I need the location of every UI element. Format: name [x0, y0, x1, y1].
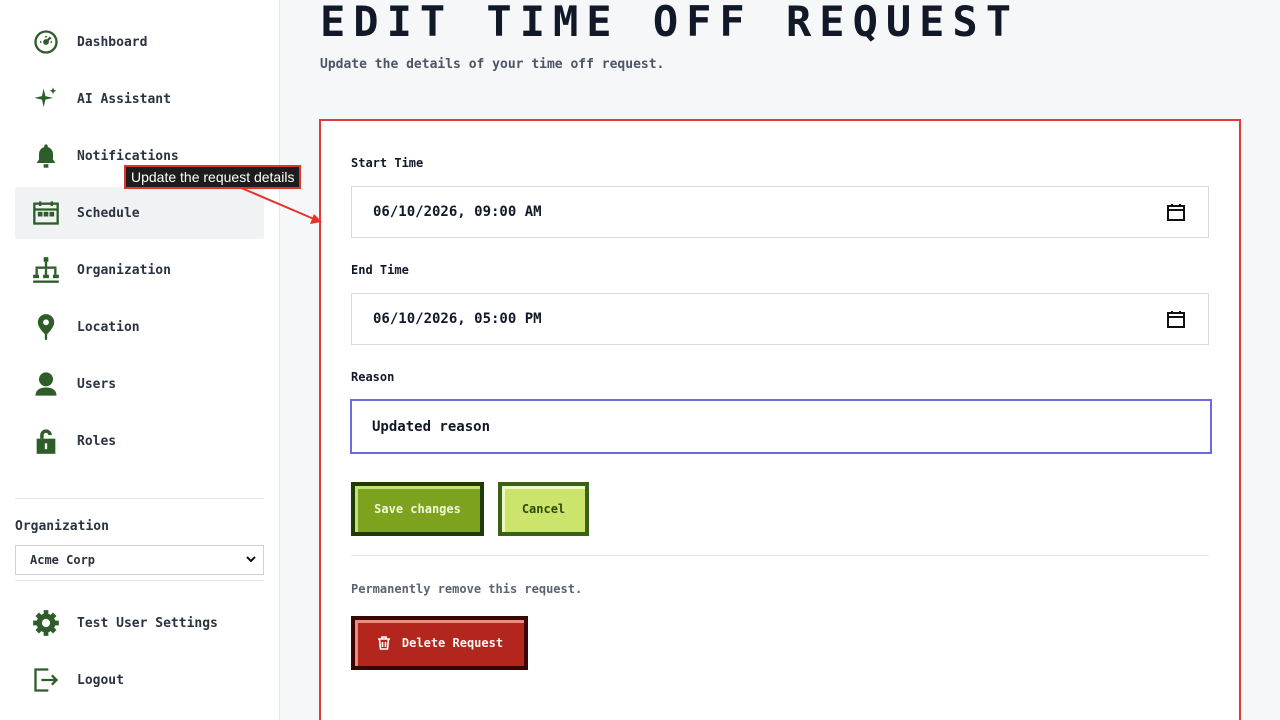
page-subtitle: Update the details of your time off requ… — [320, 57, 665, 72]
unlock-icon — [30, 425, 62, 457]
start-time-input[interactable]: 06/10/2026, 09:00 AM — [351, 186, 1209, 238]
end-time-input[interactable]: 06/10/2026, 05:00 PM — [351, 293, 1209, 345]
calendar-picker-icon[interactable] — [1166, 202, 1186, 222]
sidebar-item-label: Dashboard — [77, 34, 148, 50]
sidebar-item-organization[interactable]: Organization — [15, 244, 264, 296]
sidebar-item-ai-assistant[interactable]: AI Assistant — [15, 73, 264, 125]
start-time-label: Start Time — [351, 156, 424, 170]
sidebar-item-label: Schedule — [77, 205, 140, 221]
sidebar-item-label: Organization — [77, 262, 171, 278]
end-time-value: 06/10/2026, 05:00 PM — [373, 311, 542, 327]
sidebar-item-location[interactable]: Location — [15, 301, 264, 353]
sidebar-item-label: Test User Settings — [77, 615, 218, 631]
delete-description: Permanently remove this request. — [351, 582, 583, 596]
organization-label: Organization — [15, 519, 109, 534]
sidebar-item-logout[interactable]: Logout — [15, 654, 264, 706]
sidebar-divider — [15, 580, 264, 581]
delete-request-button[interactable]: Delete Request — [351, 616, 528, 670]
organization-selected-value: Acme Corp — [30, 553, 96, 567]
reason-input[interactable]: Updated reason — [350, 399, 1212, 454]
bell-icon — [30, 140, 62, 172]
sidebar-item-label: Location — [77, 319, 140, 335]
calendar-picker-icon[interactable] — [1166, 309, 1186, 329]
map-pin-icon — [30, 311, 62, 343]
dashboard-icon — [30, 26, 62, 58]
chevron-down-icon — [246, 556, 256, 563]
trash-icon — [377, 636, 390, 650]
form-divider — [351, 555, 1209, 556]
save-changes-button[interactable]: Save changes — [351, 482, 484, 536]
page-title: EDIT TIME OFF REQUEST — [320, 0, 1020, 46]
cancel-button[interactable]: Cancel — [498, 482, 589, 536]
sidebar-item-settings[interactable]: Test User Settings — [15, 597, 264, 649]
logout-icon — [30, 664, 62, 696]
org-chart-icon — [30, 254, 62, 286]
sidebar-item-roles[interactable]: Roles — [15, 415, 264, 467]
edit-request-form: Start Time 06/10/2026, 09:00 AM End Time… — [319, 119, 1241, 720]
sidebar-item-label: Logout — [77, 672, 124, 688]
sidebar-item-label: AI Assistant — [77, 91, 171, 107]
calendar-icon — [30, 197, 62, 229]
gear-icon — [30, 607, 62, 639]
sidebar-item-users[interactable]: Users — [15, 358, 264, 410]
annotation-tooltip: Update the request details — [124, 165, 302, 189]
reason-label: Reason — [351, 370, 395, 384]
sidebar-item-schedule[interactable]: Schedule — [15, 187, 264, 239]
sidebar-item-label: Roles — [77, 433, 117, 449]
sidebar-divider — [15, 498, 264, 499]
reason-value: Updated reason — [372, 418, 491, 435]
delete-request-label: Delete Request — [401, 636, 504, 650]
sidebar-item-dashboard[interactable]: Dashboard — [15, 16, 264, 68]
start-time-value: 06/10/2026, 09:00 AM — [373, 204, 542, 220]
sidebar-item-label: Notifications — [77, 148, 179, 164]
sparkle-icon — [30, 83, 62, 115]
sidebar: Dashboard AI Assistant Notifications Sch… — [0, 0, 280, 720]
scroll-clipped-icon — [34, 486, 58, 492]
user-icon — [30, 368, 62, 400]
organization-select[interactable]: Acme Corp — [15, 545, 264, 575]
sidebar-item-label: Users — [77, 376, 117, 392]
end-time-label: End Time — [351, 263, 409, 277]
